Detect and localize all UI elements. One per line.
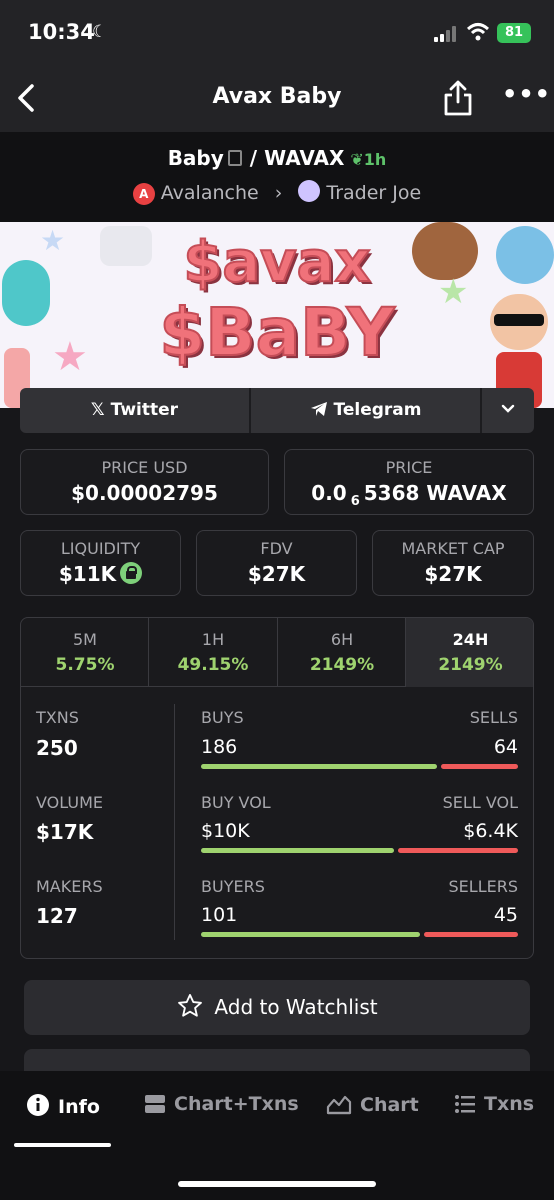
timeframe-stats: 5M 5.75% 1H 49.15% 6H 2149% 24H 2149% TX…: [20, 617, 534, 959]
sellers-label: SELLERS: [448, 877, 518, 896]
status-time: 10:34: [28, 20, 95, 44]
list-icon: [455, 1095, 475, 1113]
sell-vol-label: SELL VOL: [442, 793, 518, 812]
price-label: PRICE: [385, 458, 433, 477]
buyers-label: BUYERS: [201, 877, 265, 896]
stats-divider: [174, 704, 175, 940]
telegram-icon: [310, 402, 327, 416]
pair-line: Baby / WAVAX ❦1h: [167, 146, 387, 170]
chart-icon: [326, 1095, 352, 1115]
buys-label: BUYS: [201, 708, 244, 727]
wifi-icon: [466, 23, 490, 41]
chain-line: A Avalanche › Trader Joe: [0, 180, 554, 205]
star-outline-icon: [178, 993, 203, 1017]
pair-info: Baby / WAVAX ❦1h A Avalanche › Trader Joe: [0, 132, 554, 222]
banner-line-1: $avax: [182, 229, 371, 296]
moon-icon: ☾: [92, 22, 108, 42]
price-native-card: PRICE 0.0 6 5368 WAVAX: [284, 449, 534, 515]
buys-value: 186: [201, 736, 238, 758]
price-usd-value: $0.00002795: [71, 481, 218, 505]
banner-line-2: $BaBY: [158, 293, 395, 372]
base-token: Baby: [167, 146, 224, 170]
sells-bar: [441, 764, 518, 769]
quote-token: WAVAX: [264, 146, 345, 170]
x-logo-icon: 𝕏: [90, 400, 105, 420]
buy-vol-bar: [201, 848, 394, 853]
pair-age: ❦1h: [350, 150, 387, 169]
split-view-icon: [145, 1095, 165, 1113]
sell-vol-value: $6.4K: [463, 820, 518, 842]
market-cap-value: $27K: [424, 562, 482, 586]
tab-5m[interactable]: 5M 5.75%: [21, 618, 149, 687]
sells-value: 64: [493, 736, 518, 758]
trader-joe-icon: [298, 180, 321, 202]
tab-chart[interactable]: Chart: [326, 1093, 419, 1116]
volume-label: VOLUME: [36, 793, 103, 812]
share-icon[interactable]: [440, 78, 476, 118]
buy-vol-label: BUY VOL: [201, 793, 271, 812]
sell-vol-bar: [398, 848, 518, 853]
chain-name[interactable]: Avalanche: [161, 182, 259, 204]
status-bar: 10:34 ☾ 81: [0, 0, 554, 70]
makers-label: MAKERS: [36, 877, 103, 896]
info-icon: [27, 1094, 49, 1116]
price-usd-card: PRICE USD $0.00002795: [20, 449, 269, 515]
liquidity-label: LIQUIDITY: [60, 539, 141, 558]
lock-icon: [120, 562, 143, 584]
telegram-button[interactable]: Telegram: [251, 388, 480, 433]
chevron-down-icon: [501, 404, 515, 413]
tab-txns[interactable]: Txns: [454, 1093, 534, 1115]
twitter-button[interactable]: 𝕏 Twitter: [20, 388, 249, 433]
fdv-value: $27K: [247, 562, 306, 586]
price-native-value: 0.0 6 5368 WAVAX: [311, 481, 507, 509]
signal-icon: [434, 26, 460, 42]
chevron-right-icon: ›: [274, 182, 283, 204]
sells-label: SELLS: [469, 708, 518, 727]
token-banner: ★ ★ ★ $avax $BaBY: [0, 222, 554, 408]
price-usd-label: PRICE USD: [101, 458, 188, 477]
tab-24h[interactable]: 24H 2149%: [406, 618, 533, 687]
buy-vol-value: $10K: [201, 820, 250, 842]
add-to-watchlist-button[interactable]: Add to Watchlist: [24, 980, 530, 1035]
txns-value: 250: [36, 736, 78, 760]
tab-info[interactable]: Info: [26, 1093, 100, 1118]
more-links-button[interactable]: [482, 388, 534, 433]
avalanche-icon: A: [132, 183, 155, 205]
tab-chart-txns[interactable]: Chart+Txns: [144, 1093, 299, 1115]
app-header: Avax Baby •••: [0, 70, 554, 132]
fdv-card: FDV $27K: [196, 530, 357, 596]
timeframe-tabs: 5M 5.75% 1H 49.15% 6H 2149% 24H 2149%: [21, 618, 533, 687]
sellers-bar: [424, 932, 518, 937]
buys-bar: [201, 764, 437, 769]
liquidity-value: $11K: [21, 562, 180, 586]
active-tab-indicator: [14, 1143, 111, 1147]
copy-icon[interactable]: [227, 150, 242, 166]
home-indicator: [178, 1181, 376, 1187]
dex-name[interactable]: Trader Joe: [326, 182, 421, 204]
volume-value: $17K: [36, 820, 94, 844]
social-links: 𝕏 Twitter Telegram: [20, 388, 534, 433]
tab-6h[interactable]: 6H 2149%: [278, 618, 406, 687]
market-cap-label: MARKET CAP: [401, 539, 505, 558]
sprout-icon: ❦: [350, 150, 364, 169]
txns-label: TXNS: [36, 708, 79, 727]
fdv-label: FDV: [260, 539, 293, 558]
buyers-bar: [201, 932, 420, 937]
battery-icon: 81: [497, 23, 531, 43]
market-cap-card: MARKET CAP $27K: [372, 530, 534, 596]
liquidity-card: LIQUIDITY $11K: [20, 530, 181, 596]
more-options-icon[interactable]: •••: [502, 80, 551, 108]
sellers-value: 45: [493, 904, 518, 926]
buyers-value: 101: [201, 904, 238, 926]
tab-1h[interactable]: 1H 49.15%: [149, 618, 277, 687]
makers-value: 127: [36, 904, 78, 928]
